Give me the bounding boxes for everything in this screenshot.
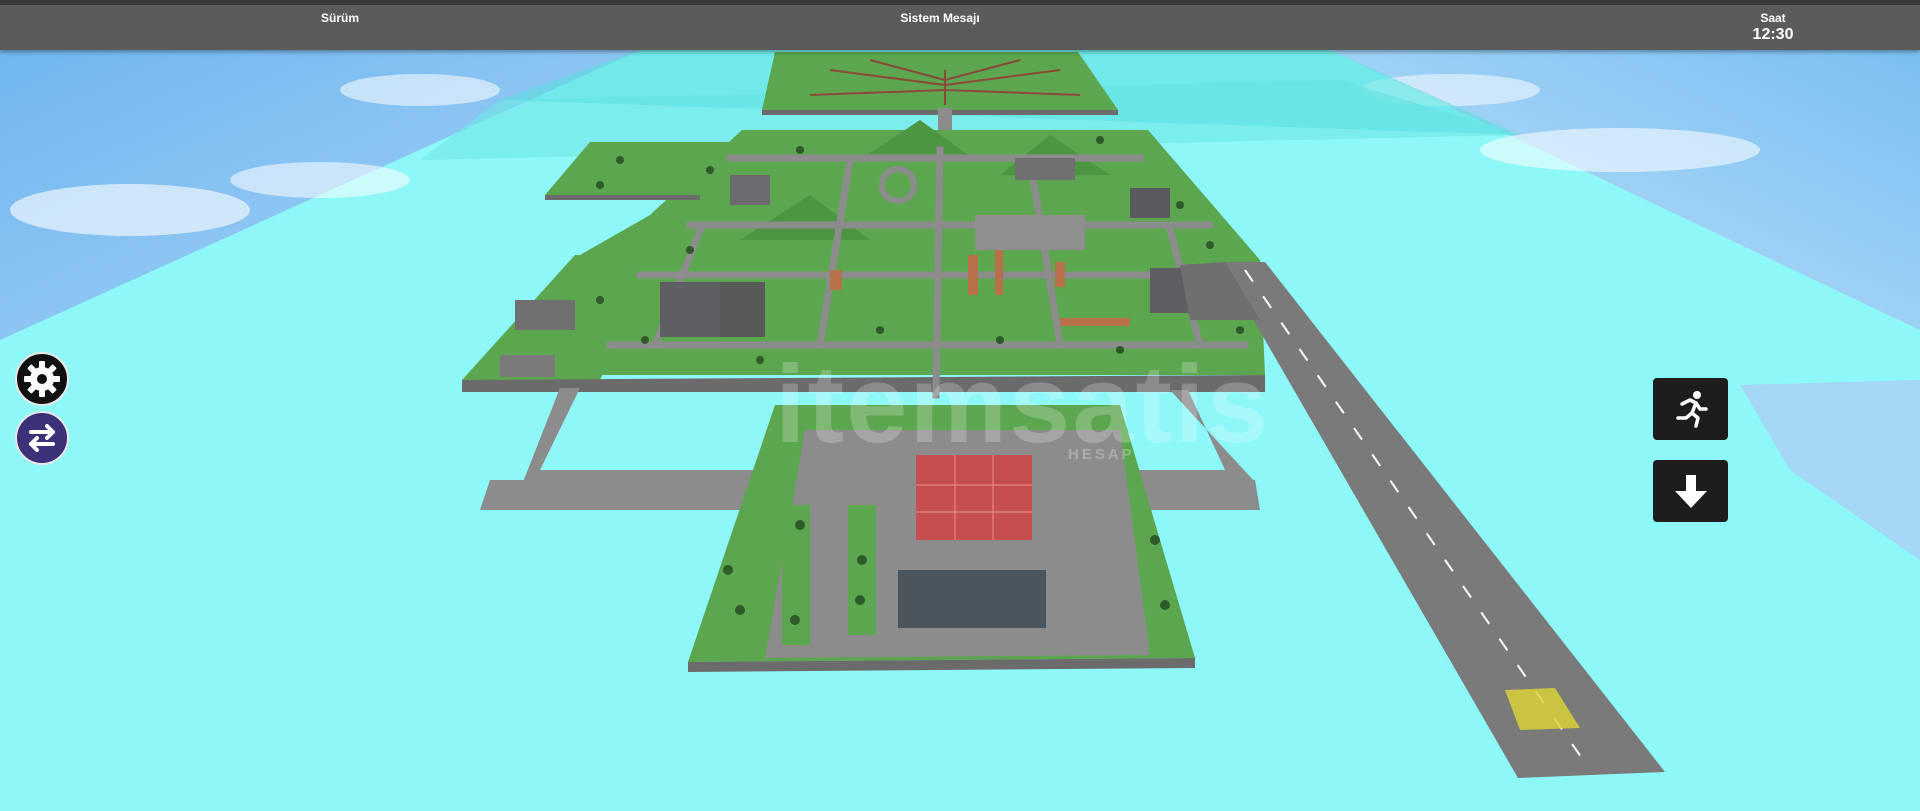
grass-strip	[848, 505, 876, 635]
cloud	[10, 184, 250, 236]
cloud	[1480, 128, 1760, 172]
descend-button[interactable]	[1653, 460, 1728, 522]
settings-button[interactable]	[15, 352, 69, 406]
building	[515, 300, 575, 330]
building	[500, 355, 555, 377]
version-label: Sürüm	[320, 11, 360, 25]
cloud	[230, 162, 410, 198]
red-canopy	[916, 455, 1032, 540]
watermark-tagline: HESAP	[1068, 446, 1135, 463]
parking-lot	[720, 282, 765, 337]
top-hud-bar: Sürüm Sistem Mesajı Saat 12:30	[0, 0, 1920, 50]
arrow-down-icon	[1674, 475, 1707, 508]
switch-button[interactable]	[15, 411, 69, 465]
swap-arrows-icon	[29, 424, 55, 452]
running-person-icon	[1675, 391, 1708, 428]
building	[1130, 188, 1170, 218]
watermark-brand: itemsatis	[775, 343, 1270, 466]
building	[1015, 158, 1075, 180]
gear-icon	[24, 361, 60, 397]
paved-area	[975, 215, 1085, 250]
cloud	[340, 74, 500, 106]
time-label: Saat	[1760, 11, 1786, 25]
time-value: 12:30	[1752, 26, 1794, 43]
run-button[interactable]	[1653, 378, 1728, 440]
top-plaza	[762, 52, 1118, 110]
terminal-building	[898, 570, 1046, 628]
building	[730, 175, 770, 205]
system-message-label: Sistem Mesajı	[900, 11, 980, 25]
